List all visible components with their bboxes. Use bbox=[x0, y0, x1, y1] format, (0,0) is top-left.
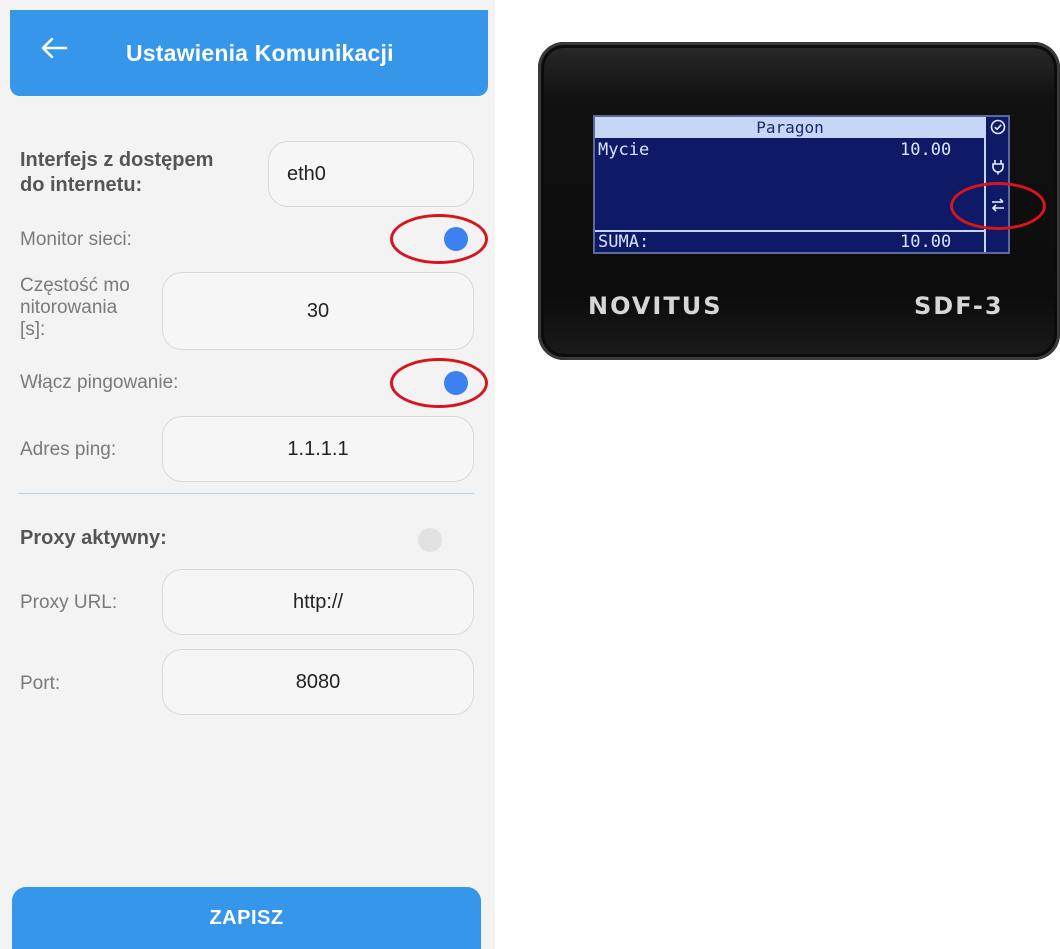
interface-value: eth0 bbox=[287, 162, 326, 185]
interface-label-line1: Interfejs z dostępem bbox=[20, 149, 214, 171]
port-input[interactable]: 8080 bbox=[162, 649, 474, 715]
lcd-sum-value: 10.00 bbox=[900, 232, 952, 252]
network-monitor-label: Monitor sieci: bbox=[20, 229, 132, 250]
ping-enabled-toggle[interactable] bbox=[444, 371, 468, 395]
save-button[interactable]: ZAPISZ bbox=[12, 887, 481, 949]
check-circle-icon bbox=[988, 119, 1008, 139]
monitor-frequency-label-line3: [s]: bbox=[20, 319, 46, 340]
proxy-url-value: http:// bbox=[292, 590, 344, 613]
arrow-left-icon[interactable] bbox=[40, 36, 68, 60]
ping-address-value: 1.1.1.1 bbox=[287, 437, 349, 460]
highlight-ring-ping bbox=[390, 358, 488, 408]
interface-label: Interfejs z dostępem do internetu: bbox=[20, 148, 213, 198]
brand-logo: NOVITUS bbox=[588, 292, 723, 320]
lcd-item-price: 10.00 bbox=[900, 140, 952, 160]
settings-screen: Ustawienia Komunikacji Interfejs z dostę… bbox=[0, 0, 495, 949]
lcd-sum-label: SUMA: bbox=[598, 232, 650, 252]
monitor-frequency-value: 30 bbox=[306, 299, 330, 322]
ping-address-input[interactable]: 1.1.1.1 bbox=[162, 416, 474, 482]
interface-label-line2: do internetu: bbox=[20, 174, 143, 196]
port-label: Port: bbox=[20, 673, 61, 694]
proxy-url-label: Proxy URL: bbox=[20, 592, 118, 613]
fiscal-printer-device: Paragon Mycie 10.00 SUMA: 10.00 NOVITUS … bbox=[538, 42, 1060, 360]
lcd-screen: Paragon Mycie 10.00 SUMA: 10.00 bbox=[593, 115, 1010, 254]
monitor-frequency-input[interactable]: 30 bbox=[162, 272, 474, 350]
app-bar: Ustawienia Komunikacji bbox=[10, 10, 488, 96]
page-title: Ustawienia Komunikacji bbox=[126, 40, 394, 66]
proxy-active-toggle[interactable] bbox=[418, 528, 442, 552]
ping-address-label: Adres ping: bbox=[20, 439, 117, 460]
transfer-arrows-icon bbox=[988, 197, 1008, 217]
monitor-frequency-label-line1: Częstość mo bbox=[20, 275, 130, 296]
monitor-frequency-label: Częstość mo nitorowania [s]: bbox=[20, 275, 130, 341]
section-divider bbox=[18, 493, 474, 494]
plug-icon bbox=[988, 159, 1008, 179]
interface-input[interactable]: eth0 bbox=[268, 141, 474, 207]
proxy-active-label: Proxy aktywny: bbox=[20, 527, 167, 549]
network-monitor-toggle[interactable] bbox=[444, 227, 468, 251]
proxy-url-input[interactable]: http:// bbox=[162, 569, 474, 635]
model-label: SDF-3 bbox=[914, 292, 1004, 320]
highlight-ring-monitor bbox=[390, 214, 488, 264]
ping-enabled-label: Włącz pingowanie: bbox=[20, 372, 179, 393]
lcd-header: Paragon bbox=[595, 117, 985, 138]
port-value: 8080 bbox=[295, 670, 341, 693]
monitor-frequency-label-line2: nitorowania bbox=[20, 297, 118, 318]
lcd-item-name: Mycie bbox=[598, 140, 650, 160]
